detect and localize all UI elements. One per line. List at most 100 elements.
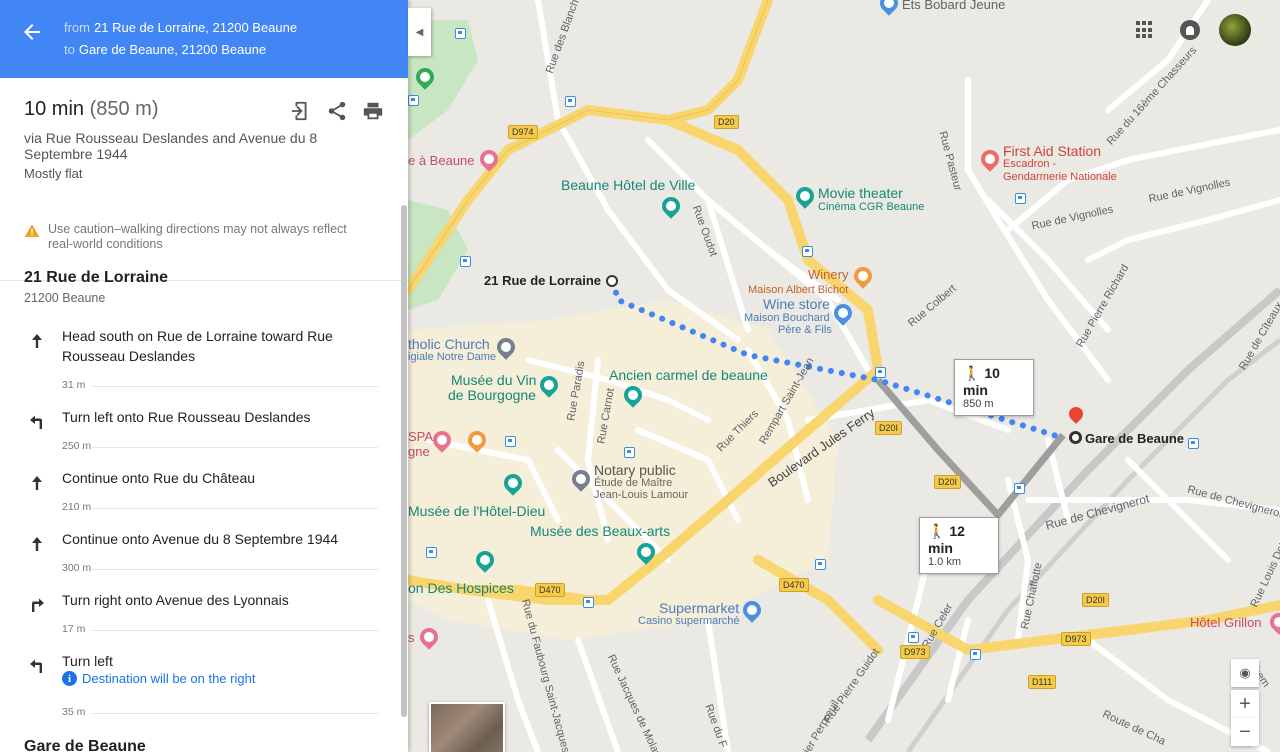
step-divider: [92, 713, 378, 714]
poi-label[interactable]: Musée du Vin: [451, 372, 536, 388]
to-address: Gare de Beaune, 21200 Beaune: [78, 42, 267, 57]
poi-sublabel: Escadron -: [1003, 158, 1057, 170]
to-prefix: to: [64, 42, 75, 57]
poi-label[interactable]: Wine store: [763, 296, 830, 312]
poi-label[interactable]: Movie theater: [818, 185, 903, 201]
apps-grid-icon[interactable]: [1136, 21, 1154, 39]
destination-label[interactable]: Gare de Beaune: [1085, 431, 1184, 446]
to-line[interactable]: to Gare de Beaune, 21200 Beaune: [64, 42, 266, 57]
bus-stop-icon[interactable]: [583, 597, 594, 608]
zoom-out-button[interactable]: −: [1231, 718, 1259, 746]
turn-left-icon: [30, 659, 42, 673]
bus-stop-icon[interactable]: [565, 96, 576, 107]
destination-marker-icon[interactable]: [1069, 431, 1082, 444]
arrow-straight-icon: [32, 334, 42, 348]
origin-marker-icon[interactable]: [606, 275, 618, 287]
step-text: Continue onto Avenue du 8 Septembre 1944: [62, 531, 339, 547]
bus-stop-icon[interactable]: [802, 246, 813, 257]
share-icon[interactable]: [326, 100, 348, 122]
poi-label[interactable]: tholic Church: [408, 336, 490, 352]
poi-label[interactable]: Supermarket: [659, 600, 739, 616]
panel-scrollbar[interactable]: [401, 205, 407, 717]
map-canvas[interactable]: Ets Bobard Jeune e à Beaune Beaune Hôtel…: [408, 0, 1280, 752]
poi-label[interactable]: gne: [408, 444, 430, 459]
road-shield: D20I: [1082, 593, 1110, 607]
alt-route-callout[interactable]: 🚶 12 min 1.0 km: [919, 517, 999, 574]
satellite-layer-thumbnail[interactable]: [429, 702, 505, 752]
directions-header: from 21 Rue de Lorraine, 21200 Beaune to G…: [0, 0, 408, 78]
step-distance: 250 m: [62, 440, 92, 452]
route-via-text: via Rue Rousseau Deslandes and Avenue du…: [24, 130, 318, 162]
caution-text: Use caution–walking directions may not a…: [48, 222, 347, 251]
origin-title[interactable]: 21 Rue de Lorraine: [24, 269, 168, 287]
directions-panel: from 21 Rue de Lorraine, 21200 Beaune to G…: [0, 0, 408, 752]
from-line[interactable]: from 21 Rue de Lorraine, 21200 Beaune: [64, 20, 297, 35]
step-text: Turn right onto Avenue des Lyonnais: [62, 592, 289, 608]
road-shield: D973: [1061, 632, 1091, 646]
poi-label[interactable]: Ancien carmel de beaune: [609, 367, 768, 383]
bus-stop-icon[interactable]: [875, 367, 886, 378]
poi-label[interactable]: Ets Bobard Jeune: [902, 0, 1005, 12]
road-shield: D973: [900, 645, 930, 659]
poi-sublabel: Maison Bouchard: [744, 312, 830, 324]
primary-route-callout[interactable]: 🚶 10 min 850 m: [954, 359, 1034, 416]
origin-label[interactable]: 21 Rue de Lorraine: [484, 273, 601, 288]
bus-stop-icon[interactable]: [908, 632, 919, 643]
road-shield: D974: [508, 125, 538, 139]
road-shield: D470: [779, 578, 809, 592]
bus-stop-icon[interactable]: [1015, 193, 1026, 204]
step-info-text: Destination will be on the right: [82, 671, 256, 686]
bus-stop-icon[interactable]: [426, 547, 437, 558]
poi-label[interactable]: e à Beaune: [408, 153, 475, 168]
my-location-icon[interactable]: ◉: [1231, 659, 1259, 687]
step-text: Head south on Rue de Lorraine toward Rue…: [62, 328, 333, 364]
poi-label[interactable]: First Aid Station: [1003, 143, 1101, 159]
route-distance: 1.0 km: [928, 556, 962, 568]
bus-stop-icon[interactable]: [624, 447, 635, 458]
poi-sublabel: Maison Albert Bichot: [748, 284, 849, 296]
send-to-phone-icon[interactable]: [290, 100, 312, 122]
bus-stop-icon[interactable]: [455, 28, 466, 39]
arrow-straight-icon: [32, 537, 42, 551]
poi-label[interactable]: Hôtel Grillon: [1190, 615, 1262, 630]
back-arrow-icon[interactable]: [20, 20, 44, 44]
bus-stop-icon[interactable]: [815, 559, 826, 570]
poi-label[interactable]: Winery: [808, 267, 848, 282]
poi-label[interactable]: de Bourgogne: [448, 387, 536, 403]
origin-subtitle: 21200 Beaune: [24, 291, 106, 305]
notifications-bell-icon[interactable]: [1180, 20, 1200, 40]
account-avatar[interactable]: [1219, 14, 1251, 46]
step-distance: 35 m: [62, 706, 86, 718]
route-distance: 850 m: [963, 398, 994, 410]
bus-stop-icon[interactable]: [1188, 438, 1199, 449]
poi-sublabel: Père & Fils: [778, 324, 832, 336]
poi-label[interactable]: Musée des Beaux-arts: [530, 523, 670, 539]
bus-stop-icon[interactable]: [970, 649, 981, 660]
duration-value: 10 min: [24, 98, 85, 120]
bus-stop-icon[interactable]: [1014, 483, 1025, 494]
poi-label[interactable]: Beaune Hôtel de Ville: [561, 177, 695, 193]
poi-label[interactable]: SPA: [408, 429, 433, 444]
zoom-in-button[interactable]: +: [1231, 690, 1259, 718]
poi-label[interactable]: Musée de l'Hôtel-Dieu: [408, 503, 545, 519]
distance-value: (850 m): [89, 98, 159, 120]
print-icon[interactable]: [362, 100, 384, 122]
turn-right-icon: [32, 598, 44, 612]
poi-label[interactable]: Notary public: [594, 462, 676, 478]
poi-label[interactable]: on Des Hospices: [408, 580, 514, 596]
road-shield: D470: [535, 583, 565, 597]
step-distance: 300 m: [62, 562, 92, 574]
road-shield: D20: [714, 115, 739, 129]
bus-stop-icon[interactable]: [408, 95, 419, 106]
road-shield: D111: [1028, 675, 1057, 689]
poi-label[interactable]: s: [408, 630, 415, 645]
chevron-left-icon: ◀: [415, 26, 424, 38]
turn-left-icon: [30, 415, 42, 429]
poi-sublabel: Jean-Louis Lamour: [594, 489, 689, 501]
bus-stop-icon[interactable]: [460, 256, 471, 267]
step-divider: [92, 508, 378, 509]
destination-title[interactable]: Gare de Beaune: [24, 738, 146, 752]
collapse-panel-button[interactable]: ◀: [408, 8, 431, 56]
bus-stop-icon[interactable]: [505, 436, 516, 447]
arrow-straight-icon: [32, 476, 42, 490]
